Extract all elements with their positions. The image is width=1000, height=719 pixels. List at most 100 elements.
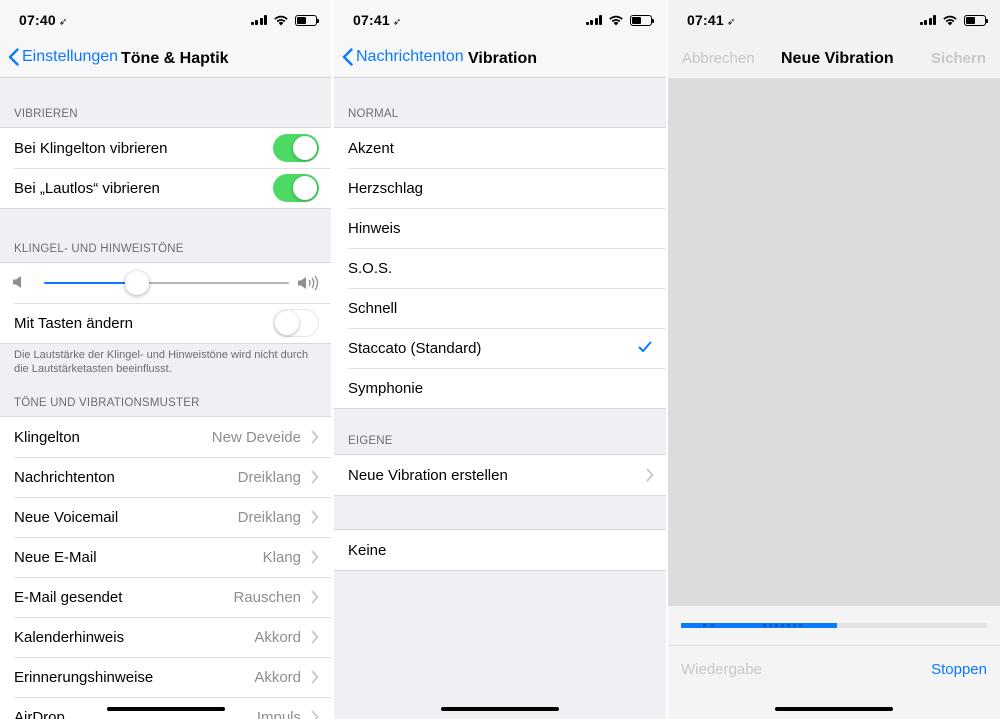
status-bar: 07:41 ➶ (334, 0, 666, 40)
row-label: E-Mail gesendet (14, 588, 123, 606)
cellular-signal-icon (585, 15, 602, 25)
row-label: Schnell (348, 299, 398, 317)
vibration-pulse (787, 624, 790, 627)
none-row[interactable]: Keine (334, 530, 666, 570)
row-label: Nachrichtenton (14, 468, 115, 486)
sound-setting-row[interactable]: Kalenderhinweis Akkord (0, 617, 331, 657)
cellular-signal-icon (250, 15, 267, 25)
vibration-pulse (763, 624, 766, 627)
vibration-pattern-row[interactable]: Symphonie (334, 368, 666, 408)
vibration-pattern-row[interactable]: Hinweis (334, 208, 666, 248)
chevron-right-icon (646, 468, 654, 482)
new-vibration-screen: 07:41 ➶ Abbrechen Neue Vibration Sichern … (668, 0, 1000, 719)
vibrate-group: Bei Klingelton vibrieren Bei „Lautlos“ v… (0, 127, 331, 209)
wifi-icon (609, 15, 623, 26)
location-icon: ➶ (392, 17, 402, 28)
sound-setting-row[interactable]: Klingelton New Deveide (0, 417, 331, 457)
vibrate-on-ring-toggle[interactable] (273, 134, 319, 162)
row-label: Mit Tasten ändern (14, 314, 133, 332)
save-button[interactable]: Sichern (931, 50, 986, 67)
vibration-pattern-row[interactable]: S.O.S. (334, 248, 666, 288)
status-time: 07:41 ➶ (353, 12, 402, 28)
row-value: Dreiklang (237, 508, 301, 526)
page-title: Töne & Haptik (121, 50, 229, 67)
row-value: Akkord (254, 668, 301, 686)
section-header-vibrate: VIBRIEREN (14, 108, 78, 120)
stop-button[interactable]: Stoppen (931, 661, 987, 678)
row-label: Neue E-Mail (14, 548, 97, 566)
row-value: New Deveide (211, 428, 301, 446)
vibration-pulse (793, 624, 796, 627)
vibrate-on-silent-row: Bei „Lautlos“ vibrieren (0, 168, 331, 208)
checkmark-icon (638, 341, 652, 352)
vibration-pulse (711, 624, 714, 627)
row-label: AirDrop (14, 708, 65, 719)
battery-icon (964, 14, 988, 26)
battery-icon (630, 14, 654, 26)
create-vibration-row[interactable]: Neue Vibration erstellen (334, 455, 666, 495)
row-label: Erinnerungshinweise (14, 668, 154, 686)
sound-setting-row[interactable]: Neue E-Mail Klang (0, 537, 331, 577)
divider (668, 645, 1000, 646)
custom-patterns-group: Neue Vibration erstellen (334, 454, 666, 496)
chevron-right-icon (311, 430, 319, 444)
vibration-pattern-row[interactable]: Akzent (334, 128, 666, 168)
sounds-haptics-screen: 07:40 ➶ Einstellungen Töne & Haptik VIBRI… (0, 0, 331, 719)
volume-slider-thumb[interactable] (125, 271, 150, 295)
recording-controls: Wiedergabe Stoppen (668, 606, 1000, 719)
ringer-footer-note: Die Lautstärke der Klingel- und Hinweist… (14, 349, 309, 375)
row-label: Staccato (Standard) (348, 339, 482, 357)
row-label: Bei Klingelton vibrieren (14, 139, 168, 157)
page-title: Neue Vibration (781, 50, 894, 67)
row-value: Klang (262, 548, 301, 566)
chevron-right-icon (311, 510, 319, 524)
playback-button[interactable]: Wiedergabe (681, 661, 762, 678)
row-label: Symphonie (348, 379, 424, 397)
home-indicator[interactable] (106, 707, 225, 711)
section-header-ringer: KLINGEL- UND HINWEISTÖNE (14, 243, 184, 255)
sound-setting-row[interactable]: E-Mail gesendet Rauschen (0, 577, 331, 617)
wifi-icon (274, 15, 288, 26)
row-label: Neue Voicemail (14, 508, 119, 526)
battery-icon (295, 14, 319, 26)
vibration-pulse (703, 624, 706, 627)
speaker-low-icon (13, 276, 21, 288)
chevron-left-icon (342, 48, 353, 66)
vibrate-on-silent-toggle[interactable] (273, 174, 319, 202)
navigation-bar: Nachrichtenton Vibration (334, 40, 666, 78)
row-label: Bei „Lautlos“ vibrieren (14, 179, 160, 197)
back-button[interactable]: Einstellungen (8, 48, 118, 66)
sound-setting-row[interactable]: Nachrichtenton Dreiklang (0, 457, 331, 497)
vibration-screen: 07:41 ➶ Nachrichtenton Vibration NORMAL A… (334, 0, 666, 719)
vibration-pulse (781, 624, 784, 627)
row-value: Akkord (254, 628, 301, 646)
change-with-buttons-row: Mit Tasten ändern (0, 303, 331, 343)
cancel-button[interactable]: Abbrechen (682, 50, 755, 67)
volume-slider-row (0, 263, 331, 303)
vibration-pattern-row[interactable]: Herzschlag (334, 168, 666, 208)
volume-slider[interactable] (44, 271, 289, 295)
navigation-bar: Einstellungen Töne & Haptik (0, 40, 331, 78)
chevron-right-icon (311, 470, 319, 484)
navigation-bar: Abbrechen Neue Vibration Sichern (668, 40, 1000, 78)
vibration-pattern-row[interactable]: Schnell (334, 288, 666, 328)
row-label: Kalenderhinweis (14, 628, 125, 646)
change-with-buttons-toggle[interactable] (273, 309, 319, 337)
recording-timeline (681, 623, 987, 628)
chevron-right-icon (311, 670, 319, 684)
sound-setting-row[interactable]: Neue Voicemail Dreiklang (0, 497, 331, 537)
status-bar: 07:41 ➶ (668, 0, 1000, 40)
row-label: S.O.S. (348, 259, 393, 277)
home-indicator[interactable] (441, 707, 559, 711)
row-value: Dreiklang (237, 468, 301, 486)
back-label: Einstellungen (22, 48, 119, 65)
vibration-recording-area[interactable] (668, 78, 1000, 606)
sounds-group: Klingelton New Deveide Nachrichtenton Dreik… (0, 416, 331, 719)
home-indicator[interactable] (775, 707, 893, 711)
vibration-pulse (769, 624, 772, 627)
page-title: Vibration (468, 50, 538, 67)
row-label: Herzschlag (348, 179, 424, 197)
vibration-pattern-row[interactable]: Staccato (Standard) (334, 328, 666, 368)
back-button[interactable]: Nachrichtenton (342, 48, 464, 66)
sound-setting-row[interactable]: Erinnerungshinweise Akkord (0, 657, 331, 697)
